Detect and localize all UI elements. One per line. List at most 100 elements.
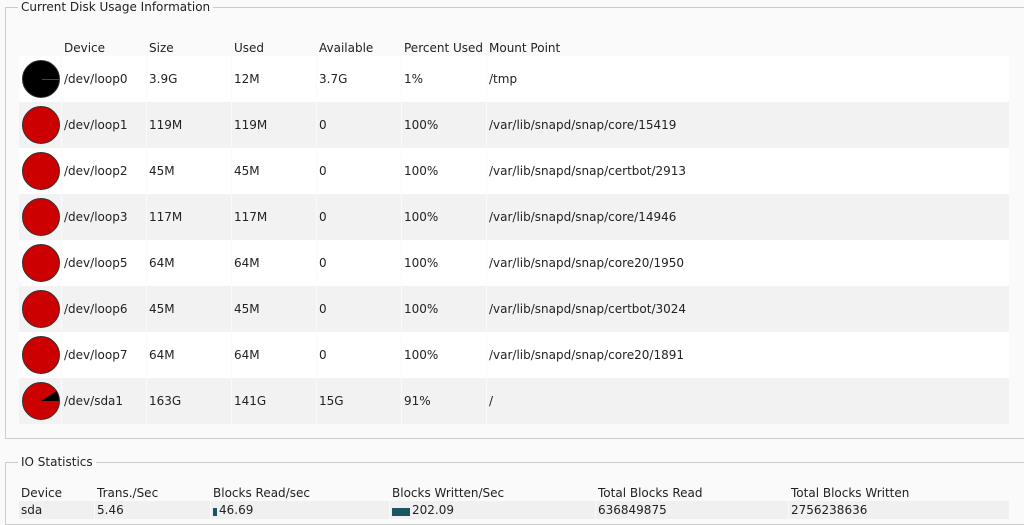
percent: 100% <box>402 332 486 378</box>
available: 0 <box>317 102 401 148</box>
disk-usage-panel: Current Disk Usage Information Device Si… <box>5 0 1024 439</box>
percent: 100% <box>402 240 486 286</box>
pie-cell <box>19 56 61 102</box>
device: /dev/loop5 <box>62 240 146 286</box>
device: /dev/loop2 <box>62 148 146 194</box>
available: 3.7G <box>317 56 401 102</box>
io-total-written: 2756238636 <box>789 501 1009 519</box>
col-blocks-written: Blocks Written/Sec <box>392 485 505 500</box>
col-blocks-read: Blocks Read/sec <box>213 485 310 500</box>
usage-pie-icon <box>22 290 60 328</box>
size: 64M <box>147 332 231 378</box>
pie-cell <box>19 286 61 332</box>
mount-point: /var/lib/snapd/snap/core/14946 <box>487 194 1009 240</box>
device: /dev/loop6 <box>62 286 146 332</box>
mount-point: /var/lib/snapd/snap/certbot/2913 <box>487 148 1009 194</box>
size: 163G <box>147 378 231 424</box>
disk-usage-title: Current Disk Usage Information <box>21 0 211 14</box>
table-row: /dev/sda1 163G 141G 15G 91% / <box>19 378 1009 424</box>
table-row: sda 5.46 46.69 202.09 636849875 27562386… <box>19 501 1009 519</box>
table-row: /dev/loop6 45M 45M 0 100%/var/lib/snapd/snap… <box>19 286 1009 332</box>
size: 117M <box>147 194 231 240</box>
usage-pie-icon <box>22 106 60 144</box>
mount-point: /var/lib/snapd/snap/certbot/3024 <box>487 286 1009 332</box>
mount-point: /var/lib/snapd/snap/core/15419 <box>487 102 1009 148</box>
io-trans: 5.46 <box>95 501 210 519</box>
used: 45M <box>232 148 316 194</box>
io-read-value: 46.69 <box>219 503 254 517</box>
col-size: Size <box>149 40 174 55</box>
size: 119M <box>147 102 231 148</box>
col-total-written: Total Blocks Written <box>791 485 910 500</box>
percent: 100% <box>402 286 486 332</box>
device: /dev/loop7 <box>62 332 146 378</box>
mount-point: /var/lib/snapd/snap/core20/1950 <box>487 240 1009 286</box>
size: 3.9G <box>147 56 231 102</box>
table-row: /dev/loop3 117M 117M 0 100%/var/lib/snapd/sn… <box>19 194 1009 240</box>
percent: 100% <box>402 194 486 240</box>
usage-pie-icon <box>22 152 60 190</box>
io-written: 202.09 <box>390 501 595 519</box>
usage-pie-icon <box>22 198 60 236</box>
table-row: /dev/loop7 64M 64M 0 100%/var/lib/snapd/snap… <box>19 332 1009 378</box>
table-row: /dev/loop0 3.9G 12M 3.7G 1%/tmp <box>19 56 1009 102</box>
device: /dev/loop3 <box>62 194 146 240</box>
pie-cell <box>19 240 61 286</box>
device: /dev/sda1 <box>62 378 146 424</box>
col-used: Used <box>234 40 265 55</box>
table-row: /dev/loop1 119M 119M 0 100%/var/lib/snapd/sn… <box>19 102 1009 148</box>
used: 12M <box>232 56 316 102</box>
io-written-value: 202.09 <box>412 503 454 517</box>
col-trans: Trans./Sec <box>97 485 159 500</box>
used: 64M <box>232 332 316 378</box>
used: 45M <box>232 286 316 332</box>
size: 45M <box>147 148 231 194</box>
written-bar <box>392 508 410 516</box>
percent: 91% <box>402 378 486 424</box>
io-total-read: 636849875 <box>596 501 788 519</box>
usage-pie-icon <box>22 382 60 420</box>
available: 0 <box>317 148 401 194</box>
read-bar <box>213 508 217 516</box>
table-row: /dev/loop5 64M 64M 0 100%/var/lib/snapd/snap… <box>19 240 1009 286</box>
col-device: Device <box>21 485 63 500</box>
io-statistics-title: IO Statistics <box>21 455 93 469</box>
size: 45M <box>147 286 231 332</box>
col-available: Available <box>319 40 374 55</box>
available: 0 <box>317 194 401 240</box>
available: 0 <box>317 286 401 332</box>
table-row: /dev/loop2 45M 45M 0 100%/var/lib/snapd/snap… <box>19 148 1009 194</box>
pie-cell <box>19 332 61 378</box>
io-device: sda <box>19 501 94 519</box>
percent: 100% <box>402 102 486 148</box>
available: 15G <box>317 378 401 424</box>
pie-cell <box>19 102 61 148</box>
io-table: Device Trans./Sec Blocks Read/sec Blocks… <box>18 484 1010 519</box>
device: /dev/loop0 <box>62 56 146 102</box>
percent: 1% <box>402 56 486 102</box>
percent: 100% <box>402 148 486 194</box>
available: 0 <box>317 240 401 286</box>
mount-point: /tmp <box>487 56 1009 102</box>
pie-cell <box>19 378 61 424</box>
available: 0 <box>317 332 401 378</box>
used: 141G <box>232 378 316 424</box>
col-device: Device <box>64 40 106 55</box>
device: /dev/loop1 <box>62 102 146 148</box>
size: 64M <box>147 240 231 286</box>
io-statistics-panel: IO Statistics Device Trans./Sec Blocks R… <box>5 455 1024 525</box>
pie-cell <box>19 194 61 240</box>
pie-cell <box>19 148 61 194</box>
used: 117M <box>232 194 316 240</box>
usage-pie-icon <box>22 60 60 98</box>
col-percent: Percent Used <box>404 40 484 55</box>
usage-pie-icon <box>22 244 60 282</box>
disk-usage-table: Device Size Used Available Percent Used … <box>18 39 1010 424</box>
used: 119M <box>232 102 316 148</box>
io-read: 46.69 <box>211 501 389 519</box>
mount-point: /var/lib/snapd/snap/core20/1891 <box>487 332 1009 378</box>
col-mount: Mount Point <box>489 40 561 55</box>
usage-pie-icon <box>22 336 60 374</box>
col-total-read: Total Blocks Read <box>598 485 703 500</box>
used: 64M <box>232 240 316 286</box>
